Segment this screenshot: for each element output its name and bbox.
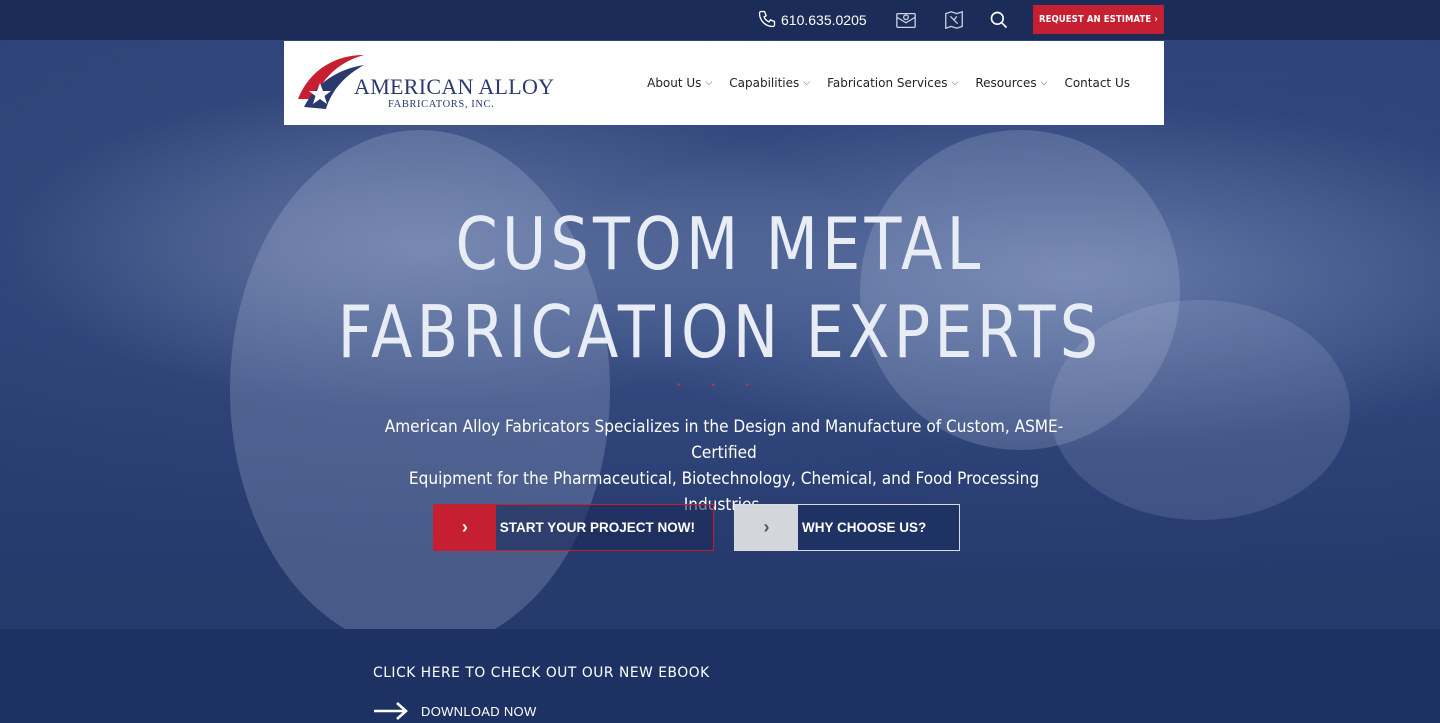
map-icon[interactable] xyxy=(942,8,966,32)
hero-headline: CUSTOM METAL FABRICATION EXPERTS xyxy=(115,200,1325,376)
nav-item-label: Contact Us xyxy=(1064,76,1130,90)
phone-icon xyxy=(757,9,777,32)
nav-item-about-us[interactable]: About Us ⌵ xyxy=(647,76,712,90)
ebook-title[interactable]: CLICK HERE TO CHECK OUT OUR NEW EBOOK xyxy=(373,665,710,681)
search-icon[interactable] xyxy=(987,8,1011,32)
nav-item-capabilities[interactable]: Capabilities ⌵ xyxy=(729,76,810,90)
chevron-right-icon: › xyxy=(434,505,496,550)
nav-item-label: About Us xyxy=(647,76,702,90)
phone-number: 610.635.0205 xyxy=(781,12,867,28)
nav-item-fabrication-services[interactable]: Fabrication Services ⌵ xyxy=(827,76,958,90)
top-bar: 610.635.0205 REQUEST AN ESTIMATE › xyxy=(0,0,1440,40)
nav-item-resources[interactable]: Resources ⌵ xyxy=(975,76,1047,90)
logo-subtitle: FABRICATORS, INC. xyxy=(388,99,495,110)
nav-item-contact-us[interactable]: Contact Us xyxy=(1064,76,1130,90)
start-project-label: START YOUR PROJECT NOW! xyxy=(499,520,695,535)
hero-subtext-line-1: American Alloy Fabricators Specializes i… xyxy=(384,417,1064,462)
logo-name: AMERICAN ALLOY xyxy=(354,74,555,99)
download-now-link[interactable]: DOWNLOAD NOW xyxy=(373,700,537,722)
chevron-down-icon: ⌵ xyxy=(951,78,959,88)
hero-headline-line-2: FABRICATION EXPERTS xyxy=(337,290,1103,374)
nav-item-label: Resources xyxy=(975,76,1037,90)
hero-headline-line-1: CUSTOM METAL xyxy=(455,202,985,286)
arrow-right-icon xyxy=(374,702,408,720)
start-project-button[interactable]: › START YOUR PROJECT NOW! xyxy=(433,504,714,551)
ebook-band xyxy=(0,629,1440,723)
nav-item-label: Fabrication Services xyxy=(827,76,948,90)
phone-link[interactable]: 610.635.0205 xyxy=(757,9,867,31)
chevron-down-icon: ⌵ xyxy=(803,78,811,88)
download-now-label: DOWNLOAD NOW xyxy=(421,703,537,719)
hero-subtext: American Alloy Fabricators Specializes i… xyxy=(367,414,1081,518)
why-choose-us-label: WHY CHOOSE US? xyxy=(802,520,927,535)
main-nav: About Us ⌵ Capabilities ⌵ Fabrication Se… xyxy=(647,41,1130,125)
header-nav-card: AMERICAN ALLOY FABRICATORS, INC. About U… xyxy=(284,41,1164,125)
chevron-down-icon: ⌵ xyxy=(705,78,713,88)
hero-divider-dots: • • • xyxy=(676,380,764,391)
why-choose-us-button[interactable]: › WHY CHOOSE US? xyxy=(734,504,960,551)
chevron-down-icon: ⌵ xyxy=(1040,78,1048,88)
nav-item-label: Capabilities xyxy=(729,76,800,90)
request-estimate-button[interactable]: REQUEST AN ESTIMATE › xyxy=(1033,5,1164,34)
email-icon[interactable] xyxy=(894,8,918,32)
logo[interactable]: AMERICAN ALLOY FABRICATORS, INC. xyxy=(296,49,554,115)
chevron-right-icon: › xyxy=(735,505,798,550)
